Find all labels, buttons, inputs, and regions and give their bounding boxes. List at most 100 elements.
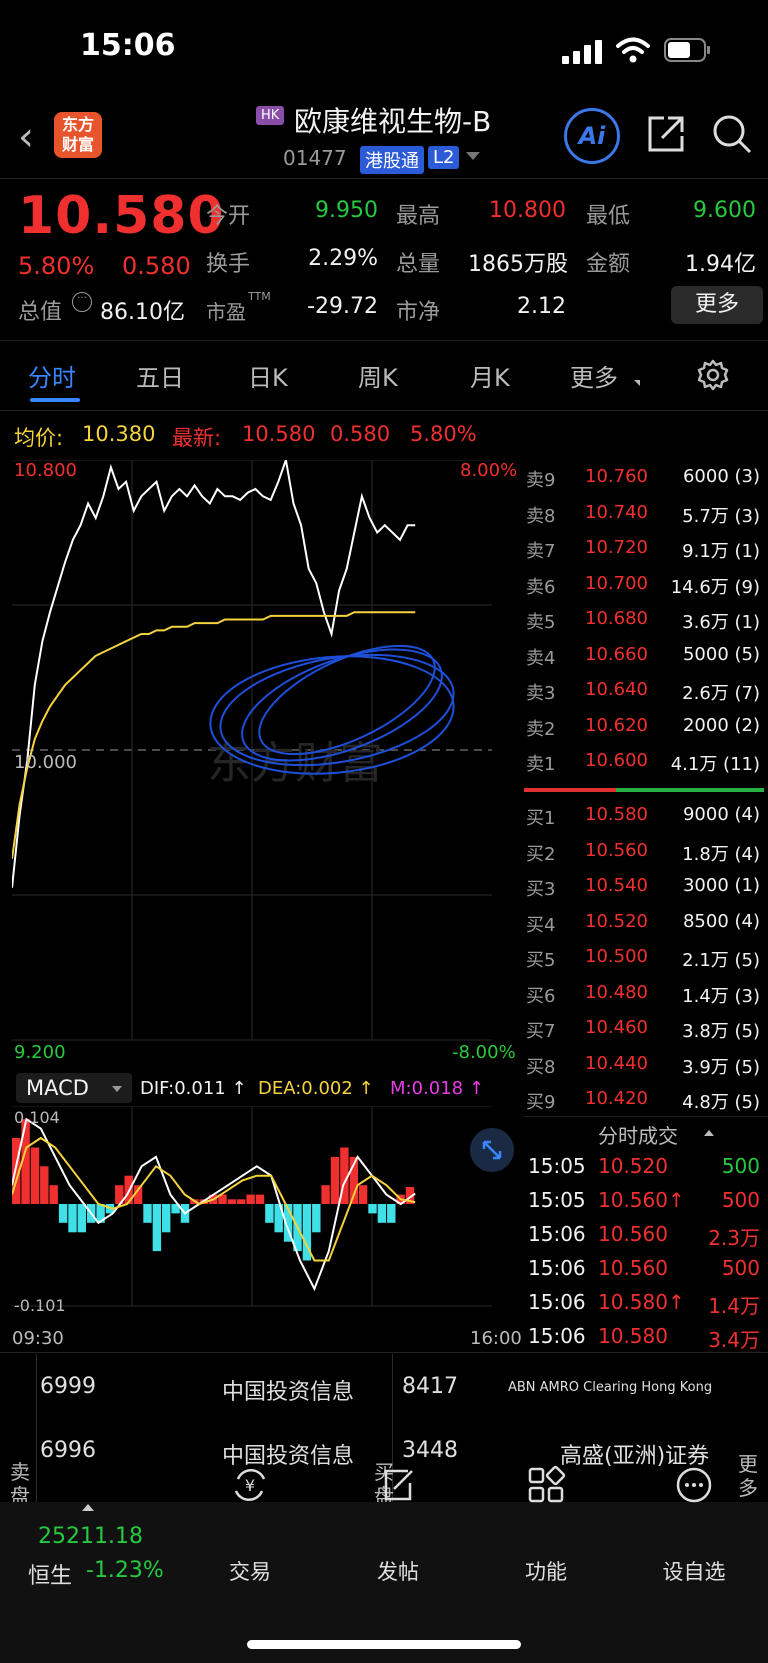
macd-bar bbox=[377, 1204, 387, 1223]
search-icon[interactable] bbox=[710, 112, 754, 156]
bid-level-price[interactable]: 10.460 bbox=[585, 1017, 648, 1038]
divider bbox=[0, 1352, 768, 1353]
index-name[interactable]: 恒生 bbox=[28, 1558, 72, 1590]
stock-code: 01477 bbox=[283, 146, 347, 170]
pb-value: 2.12 bbox=[517, 294, 566, 319]
bid-level-price[interactable]: 10.500 bbox=[585, 946, 648, 967]
ask-level-volume: 14.6万 (9) bbox=[670, 576, 760, 598]
macd-bar bbox=[68, 1204, 77, 1233]
latest-label: 最新: bbox=[172, 426, 222, 450]
latest-change: 0.580 bbox=[330, 422, 391, 446]
bid-level-price[interactable]: 10.420 bbox=[585, 1088, 648, 1109]
ask-level-price[interactable]: 10.680 bbox=[585, 608, 648, 629]
macd-bar bbox=[246, 1194, 255, 1204]
bid-level-price[interactable]: 10.580 bbox=[585, 804, 648, 825]
gear-icon[interactable] bbox=[696, 358, 730, 392]
ai-button[interactable]: Ai bbox=[564, 108, 620, 164]
ask-level-volume: 5.7万 (3) bbox=[682, 505, 760, 527]
bid-level-price[interactable]: 10.560 bbox=[585, 840, 648, 861]
divider bbox=[0, 178, 768, 179]
tab-daily-k[interactable]: 日K bbox=[248, 358, 288, 393]
bid-level-price[interactable]: 10.540 bbox=[585, 875, 648, 896]
nav-watchlist[interactable]: 设自选 bbox=[644, 1556, 744, 1586]
app-logo: 东方 财富 bbox=[54, 112, 102, 158]
more-circle-icon bbox=[676, 1467, 712, 1503]
bid-level-price[interactable]: 10.520 bbox=[585, 911, 648, 932]
trade-price: 10.560↑ bbox=[598, 1188, 685, 1212]
ask-level-price[interactable]: 10.600 bbox=[585, 750, 648, 771]
expand-button[interactable] bbox=[470, 1128, 514, 1172]
ask-level-volume: 2000 (2) bbox=[682, 714, 760, 736]
tab-monthly-k[interactable]: 月K bbox=[470, 358, 510, 393]
divider bbox=[36, 1354, 37, 1514]
broker-more-link[interactable]: 更多 bbox=[738, 1452, 758, 1500]
ask-level-price[interactable]: 10.700 bbox=[585, 573, 648, 594]
more-button[interactable]: 更多 bbox=[671, 286, 763, 324]
macd-bar bbox=[152, 1204, 162, 1252]
ask-level-price[interactable]: 10.640 bbox=[585, 679, 648, 700]
sell-broker-name: 中国投资信息 bbox=[222, 1380, 355, 1405]
tab-more[interactable]: 更多 bbox=[570, 358, 618, 393]
ask-level-volume: 3.6万 (1) bbox=[682, 612, 760, 633]
price-chart[interactable]: 东方财富 bbox=[12, 460, 522, 1068]
change-percent: 5.80% bbox=[18, 252, 95, 280]
buy-broker-id: 8417 bbox=[402, 1374, 458, 1399]
watermark: 东方财富 bbox=[207, 738, 383, 789]
share-icon[interactable] bbox=[644, 112, 688, 156]
trade-icon: ¥ bbox=[234, 1469, 266, 1501]
bid-level-volume: 9000 (4) bbox=[682, 804, 760, 825]
more-dots-icon[interactable]: ··· bbox=[72, 292, 92, 312]
macd-label: MACD bbox=[26, 1076, 89, 1100]
buy-broker-name: ABN AMRO Clearing Hong Kong bbox=[508, 1380, 713, 1395]
home-indicator bbox=[247, 1640, 521, 1649]
nav-trade[interactable]: 交易 bbox=[200, 1556, 300, 1586]
volume-label: 总量 bbox=[396, 252, 441, 277]
ask-level-price[interactable]: 10.740 bbox=[585, 502, 648, 523]
ask-level-label: 卖3 bbox=[526, 683, 556, 704]
y-bottom-label: 9.200 bbox=[14, 1042, 66, 1063]
ask-level-volume: 2.6万 (7) bbox=[682, 683, 760, 704]
macd-dif: DIF:0.011 ↑ bbox=[140, 1078, 247, 1099]
bid-level-label: 买3 bbox=[526, 879, 556, 900]
chevron-up-icon[interactable] bbox=[82, 1504, 94, 1511]
macd-chart[interactable] bbox=[12, 1106, 522, 1320]
index-value[interactable]: 25211.18 bbox=[38, 1524, 143, 1549]
bid-level-volume: 1.4万 (3) bbox=[682, 985, 760, 1007]
bid-level-volume: 3.8万 (5) bbox=[682, 1021, 760, 1042]
tab-weekly-k[interactable]: 周K bbox=[358, 358, 398, 393]
trade-volume: 3.4万 bbox=[708, 1328, 760, 1352]
macd-bar bbox=[58, 1204, 68, 1223]
tab-five-day[interactable]: 五日 bbox=[136, 358, 184, 393]
macd-bar bbox=[321, 1185, 330, 1204]
change-value: 0.580 bbox=[122, 252, 191, 280]
ask-level-price[interactable]: 10.620 bbox=[585, 715, 648, 736]
trade-volume: 500 bbox=[721, 1256, 760, 1280]
ask-level-volume: 6000 (3) bbox=[682, 466, 760, 487]
back-chevron-icon[interactable]: ‹ bbox=[18, 114, 34, 160]
index-change[interactable]: -1.23% bbox=[86, 1558, 164, 1583]
stock-name: 欧康维视生物-B bbox=[294, 105, 492, 138]
grid-icon bbox=[528, 1465, 566, 1503]
nav-functions[interactable]: 功能 bbox=[496, 1556, 596, 1586]
ask-level-price[interactable]: 10.720 bbox=[585, 537, 648, 558]
nav-post[interactable]: 发帖 bbox=[348, 1556, 448, 1586]
expand-icon bbox=[482, 1140, 502, 1160]
ask-level-price[interactable]: 10.760 bbox=[585, 466, 648, 487]
buy-broker-id: 3448 bbox=[402, 1438, 458, 1463]
ask-level-price[interactable]: 10.660 bbox=[585, 644, 648, 665]
bid-level-price[interactable]: 10.480 bbox=[585, 982, 648, 1003]
macd-y-top: 0.104 bbox=[14, 1108, 60, 1127]
tab-active-indicator bbox=[30, 398, 80, 402]
chevron-down-icon[interactable] bbox=[466, 152, 480, 160]
macd-bar bbox=[49, 1185, 58, 1204]
bid-level-volume: 1.8万 (4) bbox=[682, 843, 760, 865]
tab-timeshare[interactable]: 分时 bbox=[28, 358, 76, 393]
pe-label: 市盈 bbox=[206, 300, 246, 324]
trades-title[interactable]: 分时成交 bbox=[598, 1120, 678, 1149]
trade-volume: 500 bbox=[721, 1154, 760, 1178]
trade-time: 15:06 bbox=[528, 1256, 586, 1280]
bid-level-price[interactable]: 10.440 bbox=[585, 1053, 648, 1074]
volume-value: 1865万股 bbox=[468, 252, 568, 277]
macd-bar bbox=[30, 1147, 40, 1204]
macd-y-bottom: -0.101 bbox=[14, 1296, 66, 1315]
